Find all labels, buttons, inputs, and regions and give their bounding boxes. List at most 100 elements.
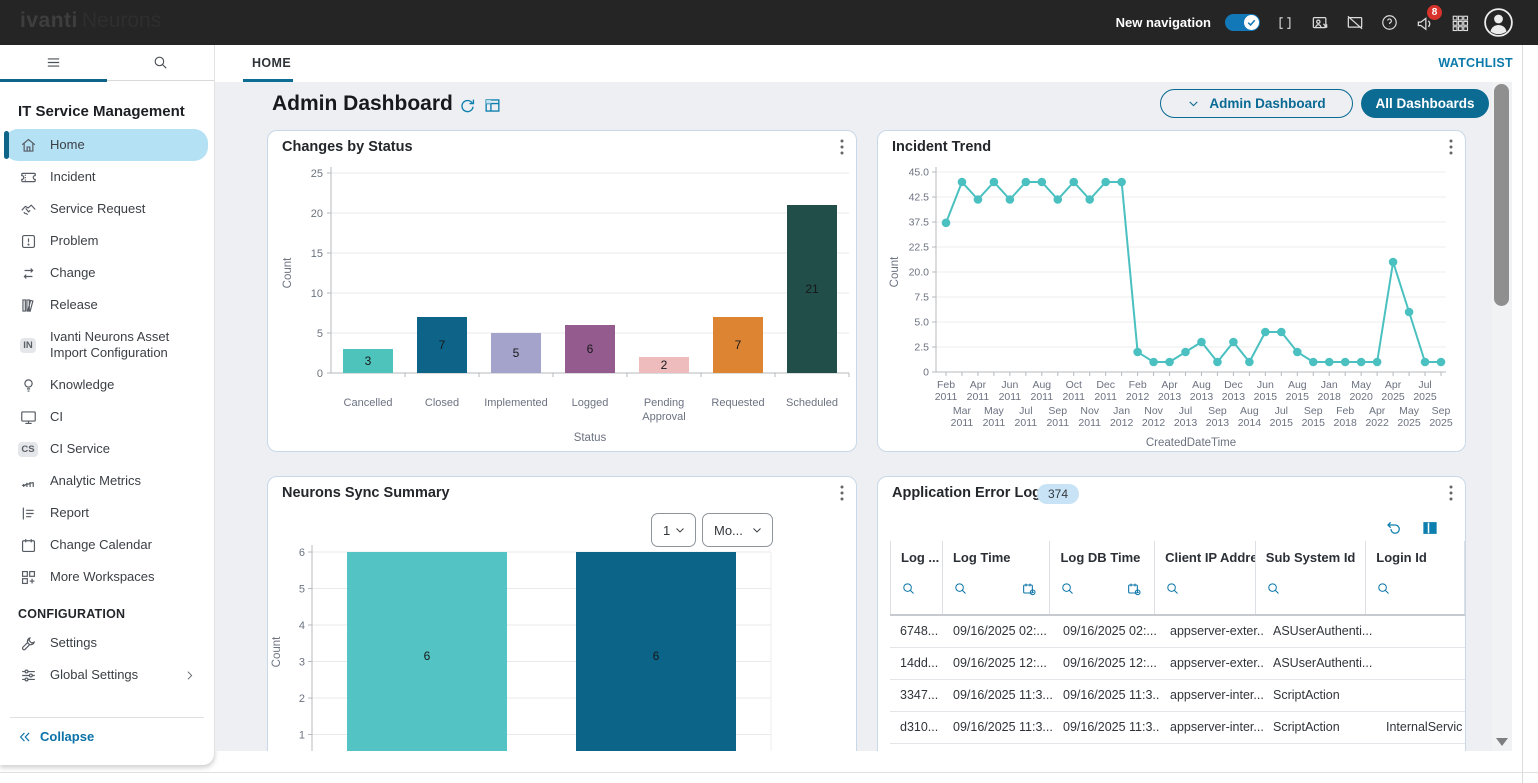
top-navigation-bar: ivantiNeurons New navigation 8 — [0, 0, 1538, 45]
sidebar-item-change[interactable]: Change — [4, 257, 208, 289]
tab-home[interactable]: HOME — [252, 56, 291, 70]
svg-text:42.5: 42.5 — [909, 192, 930, 204]
sidebar-item-change-calendar[interactable]: Change Calendar — [4, 529, 208, 561]
fullscreen-icon[interactable] — [1274, 12, 1295, 33]
svg-text:2013: 2013 — [1222, 391, 1246, 403]
svg-text:2025: 2025 — [1413, 391, 1437, 403]
neurons-sync-summary-card: Neurons Sync Summary 1 Mo... 12345666Cou… — [267, 476, 857, 751]
column-chooser-icon[interactable] — [1421, 519, 1441, 539]
table-cell: appserver-exter... — [1160, 624, 1263, 638]
column-header[interactable]: Sub System Id — [1256, 541, 1366, 614]
column-header[interactable]: Client IP Address — [1155, 541, 1256, 614]
watchlist-link[interactable]: WATCHLIST — [1438, 56, 1513, 70]
table-row[interactable] — [890, 744, 1465, 752]
column-search-icon[interactable] — [953, 581, 968, 599]
sidebar-item-label: CI — [50, 409, 69, 425]
new-navigation-label: New navigation — [1116, 15, 1211, 30]
scrollbar-down-arrow[interactable] — [1496, 738, 1508, 746]
user-avatar[interactable] — [1484, 8, 1513, 37]
dashboard-selector-button[interactable]: Admin Dashboard — [1160, 89, 1353, 118]
sidebar-item-global-settings[interactable]: Global Settings — [4, 659, 208, 691]
svg-text:3: 3 — [299, 657, 305, 669]
svg-text:Jun: Jun — [1257, 379, 1274, 391]
card-menu-icon[interactable] — [1443, 483, 1459, 503]
svg-text:6: 6 — [587, 342, 594, 356]
column-header[interactable]: Log DB Time — [1050, 541, 1155, 614]
sidebar-item-label: Incident — [50, 169, 102, 185]
sidebar-item-label: Change — [50, 265, 102, 281]
column-header-label: Log ... — [901, 550, 939, 565]
column-date-filter-icon[interactable] — [1021, 581, 1037, 600]
card-menu-icon[interactable] — [1443, 137, 1459, 157]
reset-table-icon[interactable] — [1385, 519, 1405, 539]
table-cell: 09/16/2025 11:3... — [1053, 720, 1160, 734]
incident-trend-chart: 02.55.07.520.022.537.542.545.0Feb2011Mar… — [878, 161, 1466, 452]
column-search-icon[interactable] — [1376, 581, 1391, 599]
sidebar-item-incident[interactable]: Incident — [4, 161, 208, 193]
svg-text:Dec: Dec — [1224, 379, 1243, 391]
dashboard-layout-icon[interactable] — [483, 96, 503, 116]
svg-text:0: 0 — [317, 368, 323, 380]
announcements-icon[interactable]: 8 — [1414, 12, 1435, 33]
sidebar-item-service-request[interactable]: Service Request — [4, 193, 208, 225]
incident-icon — [19, 168, 38, 187]
table-row[interactable]: 14dd...09/16/2025 12:...09/16/2025 12:..… — [890, 648, 1465, 680]
chevron-right-icon — [183, 669, 196, 682]
card-menu-icon[interactable] — [834, 483, 850, 503]
column-header-label: Client IP Address — [1165, 550, 1256, 565]
vertical-scrollbar[interactable] — [1492, 82, 1512, 751]
column-header[interactable]: Log Time — [943, 541, 1051, 614]
sidebar-item-report[interactable]: Report — [4, 497, 208, 529]
neurons-sync-summary-chart: 12345666Count — [268, 537, 857, 751]
sidebar-item-more-workspaces[interactable]: More Workspaces — [4, 561, 208, 593]
menu-hamburger-icon[interactable] — [0, 45, 107, 80]
svg-text:Jul: Jul — [1418, 379, 1431, 391]
sidebar-collapse-button[interactable]: Collapse — [18, 729, 94, 744]
logo-ivanti: ivanti — [20, 9, 78, 32]
svg-text:2: 2 — [661, 358, 668, 372]
remote-session-icon[interactable] — [1309, 12, 1330, 33]
column-search-icon[interactable] — [1266, 581, 1281, 599]
column-date-filter-icon[interactable] — [1126, 581, 1142, 600]
sidebar-search-icon[interactable] — [107, 45, 214, 80]
svg-text:2025: 2025 — [1381, 391, 1405, 403]
svg-text:2011: 2011 — [935, 391, 958, 403]
sidebar-item-home[interactable]: Home — [4, 129, 208, 161]
svg-text:2020: 2020 — [1349, 391, 1373, 403]
sidebar-item-settings[interactable]: Settings — [4, 627, 208, 659]
table-row[interactable]: 6748...09/16/2025 02:...09/16/2025 02:..… — [890, 616, 1465, 648]
table-row[interactable]: d310...09/16/2025 11:3...09/16/2025 11:3… — [890, 712, 1465, 744]
all-dashboards-button[interactable]: All Dashboards — [1361, 89, 1489, 118]
column-search-icon[interactable] — [1060, 581, 1075, 599]
sidebar-item-label: More Workspaces — [50, 569, 161, 585]
in-badge-icon: IN — [20, 338, 36, 353]
toggle-check-icon — [1244, 15, 1259, 30]
svg-text:2011: 2011 — [1078, 417, 1101, 429]
table-cell: ScriptAction — [1263, 688, 1376, 702]
knowledge-icon — [19, 376, 38, 395]
service-request-icon — [19, 200, 38, 219]
sidebar-item-knowledge[interactable]: Knowledge — [4, 369, 208, 401]
sidebar-item-problem[interactable]: Problem — [4, 225, 208, 257]
table-cell: 09/16/2025 11:3... — [943, 688, 1053, 702]
column-header[interactable]: Log ... — [891, 541, 943, 614]
sidebar-item-release[interactable]: Release — [4, 289, 208, 321]
help-icon[interactable] — [1379, 12, 1400, 33]
svg-text:6: 6 — [299, 547, 305, 559]
column-header[interactable]: Login Id — [1366, 541, 1465, 614]
sidebar-item-ivanti-neurons-asset-import-configuration[interactable]: INIvanti Neurons Asset Import Configurat… — [4, 321, 208, 369]
table-cell: ASUserAuthenti... — [1263, 656, 1376, 670]
app-grid-icon[interactable] — [1449, 12, 1470, 33]
svg-text:6: 6 — [424, 649, 431, 663]
table-row[interactable]: 3347...09/16/2025 11:3...09/16/2025 11:3… — [890, 680, 1465, 712]
scrollbar-thumb[interactable] — [1494, 84, 1509, 306]
screen-share-off-icon[interactable] — [1344, 12, 1365, 33]
sidebar-item-ci[interactable]: CI — [4, 401, 208, 433]
column-search-icon[interactable] — [901, 581, 916, 599]
new-navigation-toggle[interactable] — [1225, 14, 1260, 31]
refresh-dashboard-icon[interactable] — [458, 96, 478, 116]
sidebar-item-analytic-metrics[interactable]: Analytic Metrics — [4, 465, 208, 497]
sidebar-item-ci-service[interactable]: CSCI Service — [4, 433, 208, 465]
column-search-icon[interactable] — [1165, 581, 1180, 599]
card-menu-icon[interactable] — [834, 137, 850, 157]
